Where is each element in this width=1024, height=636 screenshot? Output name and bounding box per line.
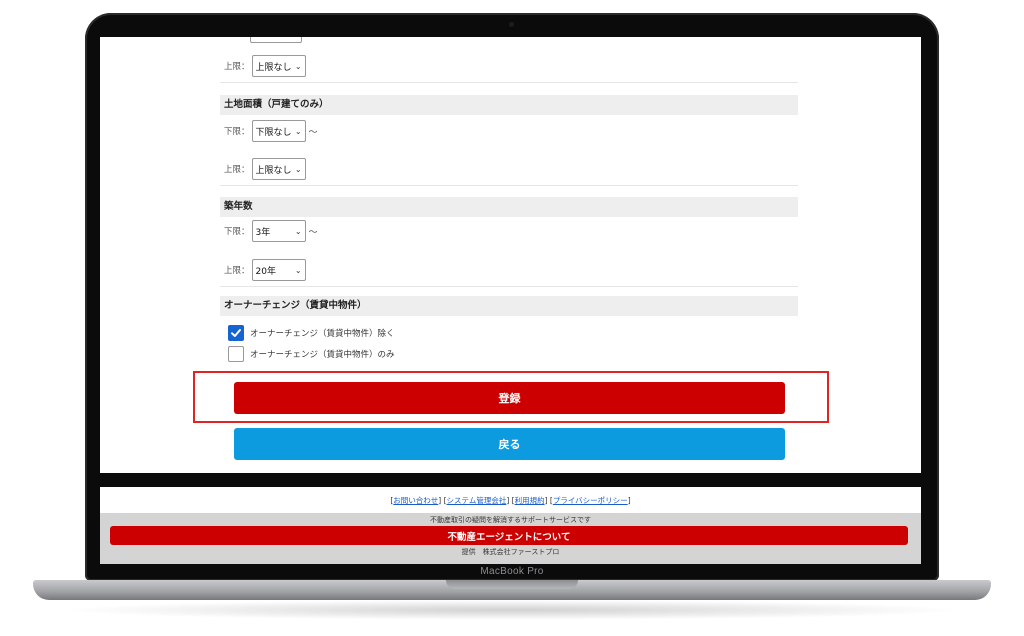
chevron-down-icon: ⌄ <box>294 126 302 136</box>
footer-links: [お問い合わせ] [システム管理会社] [利用規約] [プライバシーポリシー] <box>390 496 631 505</box>
back-button[interactable]: 戻る <box>234 428 785 460</box>
terms-link[interactable]: 利用規約 <box>515 496 545 505</box>
land-area-heading: 土地面積（戸建てのみ） <box>220 95 798 115</box>
agent-about-button[interactable]: 不動産エージェントについて <box>110 526 908 545</box>
camera-dot <box>509 22 514 27</box>
register-button[interactable]: 登録 <box>234 382 785 414</box>
upper-label: 上限： <box>224 266 250 276</box>
screen: 上限： 上限なし ⌄ 土地面積（戸建てのみ） 下限： 下限なし ⌄ 〜 上限： … <box>100 37 921 564</box>
range-tilde: 〜 <box>308 127 318 138</box>
building-age-upper-row: 上限： 20年 ⌄ <box>224 258 306 282</box>
select-value: 3年 <box>255 227 271 238</box>
chevron-down-icon: ⌄ <box>294 226 302 236</box>
select-value: 上限なし <box>255 165 292 176</box>
owner-change-only-option[interactable]: オーナーチェンジ（賃貸中物件）のみ <box>228 344 395 364</box>
land-area-lower-select[interactable]: 下限なし ⌄ <box>251 120 306 142</box>
screen-separator <box>100 473 921 487</box>
land-area-upper-row: 上限： 上限なし ⌄ <box>224 157 306 181</box>
chevron-down-icon: ⌄ <box>294 61 302 71</box>
top-upper-select[interactable]: 上限なし ⌄ <box>251 55 306 77</box>
upper-label: 上限： <box>224 62 250 72</box>
select-value: 下限なし <box>255 127 292 138</box>
select-value: 上限なし <box>255 62 292 73</box>
lower-label: 下限： <box>224 127 250 137</box>
system-company-link[interactable]: システム管理会社 <box>447 496 507 505</box>
lower-label: 下限： <box>224 227 250 237</box>
owner-change-exclude-option[interactable]: オーナーチェンジ（賃貸中物件）除く <box>228 323 395 343</box>
only-checkbox[interactable] <box>228 346 244 362</box>
footer: [お問い合わせ] [システム管理会社] [利用規約] [プライバシーポリシー] … <box>100 487 921 564</box>
support-text: 不動産取引の疑問を解消するサポートサービスです <box>430 516 591 524</box>
contact-link[interactable]: お問い合わせ <box>393 496 438 505</box>
exclude-checkbox[interactable] <box>228 325 244 341</box>
range-tilde: 〜 <box>308 227 318 238</box>
building-age-lower-select[interactable]: 3年 ⌄ <box>251 220 306 242</box>
laptop-hinge-notch <box>446 580 578 589</box>
footer-band: 不動産取引の疑問を解消するサポートサービスです 不動産エージェントについて 提供… <box>100 513 921 564</box>
building-age-heading: 築年数 <box>220 197 798 217</box>
laptop-shadow <box>60 600 964 620</box>
building-age-lower-row: 下限： 3年 ⌄ 〜 <box>224 219 318 243</box>
chevron-down-icon: ⌄ <box>294 164 302 174</box>
chevron-down-icon: ⌄ <box>294 265 302 275</box>
divider <box>220 185 798 186</box>
upper-label: 上限： <box>224 165 250 175</box>
provider-text: 提供 株式会社ファーストプロ <box>461 548 560 556</box>
divider <box>220 286 798 287</box>
building-age-upper-select[interactable]: 20年 ⌄ <box>251 259 306 281</box>
exclude-option-label: オーナーチェンジ（賃貸中物件）除く <box>250 329 395 339</box>
only-option-label: オーナーチェンジ（賃貸中物件）のみ <box>250 350 395 360</box>
privacy-policy-link[interactable]: プライバシーポリシー <box>553 496 628 505</box>
partial-select[interactable] <box>250 37 302 43</box>
land-area-upper-select[interactable]: 上限なし ⌄ <box>251 158 306 180</box>
land-area-lower-row: 下限： 下限なし ⌄ 〜 <box>224 119 318 143</box>
divider <box>220 82 798 83</box>
owner-change-heading: オーナーチェンジ（賃貸中物件） <box>220 296 798 316</box>
checkmark-icon <box>231 329 241 337</box>
device-label: MacBook Pro <box>480 566 544 577</box>
select-value: 20年 <box>255 266 276 277</box>
top-upper-row: 上限： 上限なし ⌄ <box>224 54 306 78</box>
